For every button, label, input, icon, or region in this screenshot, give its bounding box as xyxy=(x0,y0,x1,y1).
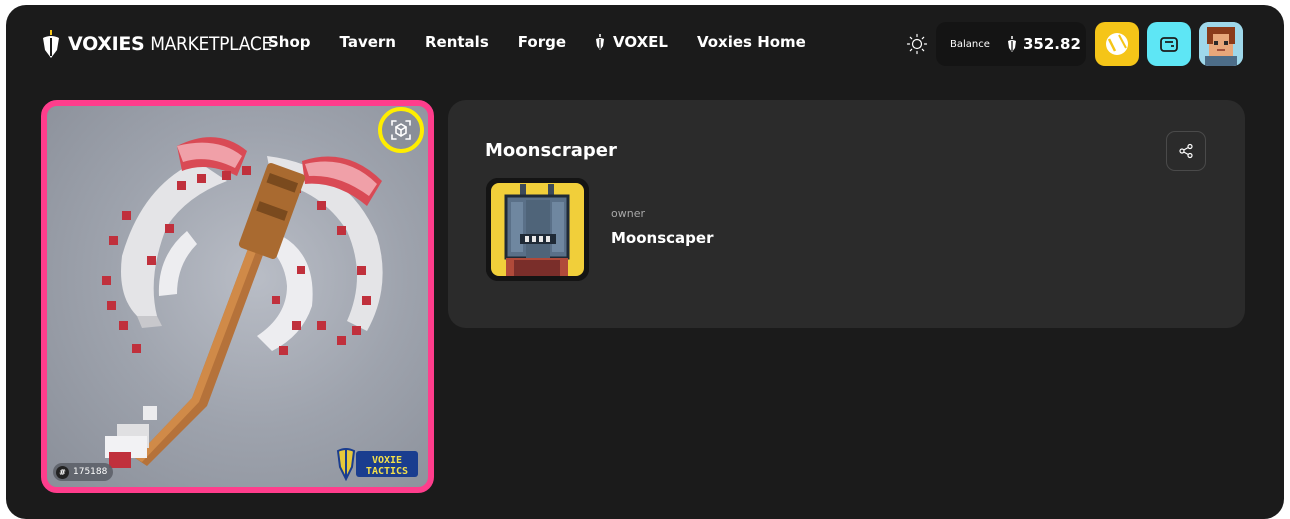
item-image-card: # 175188 VOXIE TACTICS xyxy=(41,100,434,493)
wallet-icon xyxy=(1160,37,1178,52)
voxies-marketplace-logo[interactable]: VOXIES MARKETPLACE xyxy=(40,29,272,59)
voxies-logo-icon xyxy=(43,30,59,58)
share-icon xyxy=(1179,143,1193,159)
logo-bold-text: VOXIES xyxy=(68,33,145,55)
voxie-tactics-logo: VOXIE TACTICS xyxy=(336,448,418,481)
balance-value: 352.82 xyxy=(1023,35,1081,53)
sun-icon[interactable] xyxy=(906,33,928,55)
share-button[interactable] xyxy=(1166,131,1206,171)
svg-text:TACTICS: TACTICS xyxy=(366,466,408,477)
hash-icon: # xyxy=(56,465,69,479)
balance-label: Balance xyxy=(950,38,990,50)
logo-thin-text: MARKETPLACE xyxy=(150,33,273,55)
token-id: 175188 xyxy=(73,467,108,477)
3d-view-button[interactable] xyxy=(378,107,424,153)
coin-icon xyxy=(1106,33,1128,55)
owner-name[interactable]: Moonscaper xyxy=(611,229,713,247)
nav-forge[interactable]: Forge xyxy=(518,33,566,51)
owner-label: owner xyxy=(611,207,645,220)
avatar xyxy=(1199,22,1243,66)
nav-shop[interactable]: Shop xyxy=(268,33,311,51)
battle-axe-artwork xyxy=(102,137,383,468)
balance-display: Balance 352.82 xyxy=(936,22,1086,66)
main-nav: Shop Tavern Rentals Forge VOXEL Voxies H… xyxy=(268,33,806,51)
voxel-coin-icon xyxy=(596,34,605,50)
item-details-panel: Moonscraper owner Moonscaper xyxy=(448,100,1245,328)
top-navbar: VOXIES MARKETPLACE Shop Tavern Rentals F… xyxy=(6,5,1284,85)
balance-value-wrap: 352.82 xyxy=(1007,35,1081,53)
owner-avatar-image xyxy=(486,178,589,281)
wallet-button[interactable] xyxy=(1147,22,1191,66)
app-window: VOXIES MARKETPLACE Shop Tavern Rentals F… xyxy=(6,5,1284,519)
profile-avatar-button[interactable] xyxy=(1199,22,1243,66)
voxel-coin-icon xyxy=(1008,36,1016,52)
token-id-badge: # 175188 xyxy=(53,463,114,481)
nav-tavern[interactable]: Tavern xyxy=(340,33,396,51)
nav-rentals[interactable]: Rentals xyxy=(425,33,489,51)
svg-text:VOXIE: VOXIE xyxy=(372,455,402,466)
nav-voxies-home[interactable]: Voxies Home xyxy=(697,33,806,51)
owner-avatar[interactable] xyxy=(486,178,589,281)
nav-voxel-label: VOXEL xyxy=(613,33,668,51)
rewards-button[interactable] xyxy=(1095,22,1139,66)
3d-view-icon xyxy=(391,120,411,140)
nav-voxel[interactable]: VOXEL xyxy=(595,33,668,51)
item-title: Moonscraper xyxy=(485,140,617,161)
